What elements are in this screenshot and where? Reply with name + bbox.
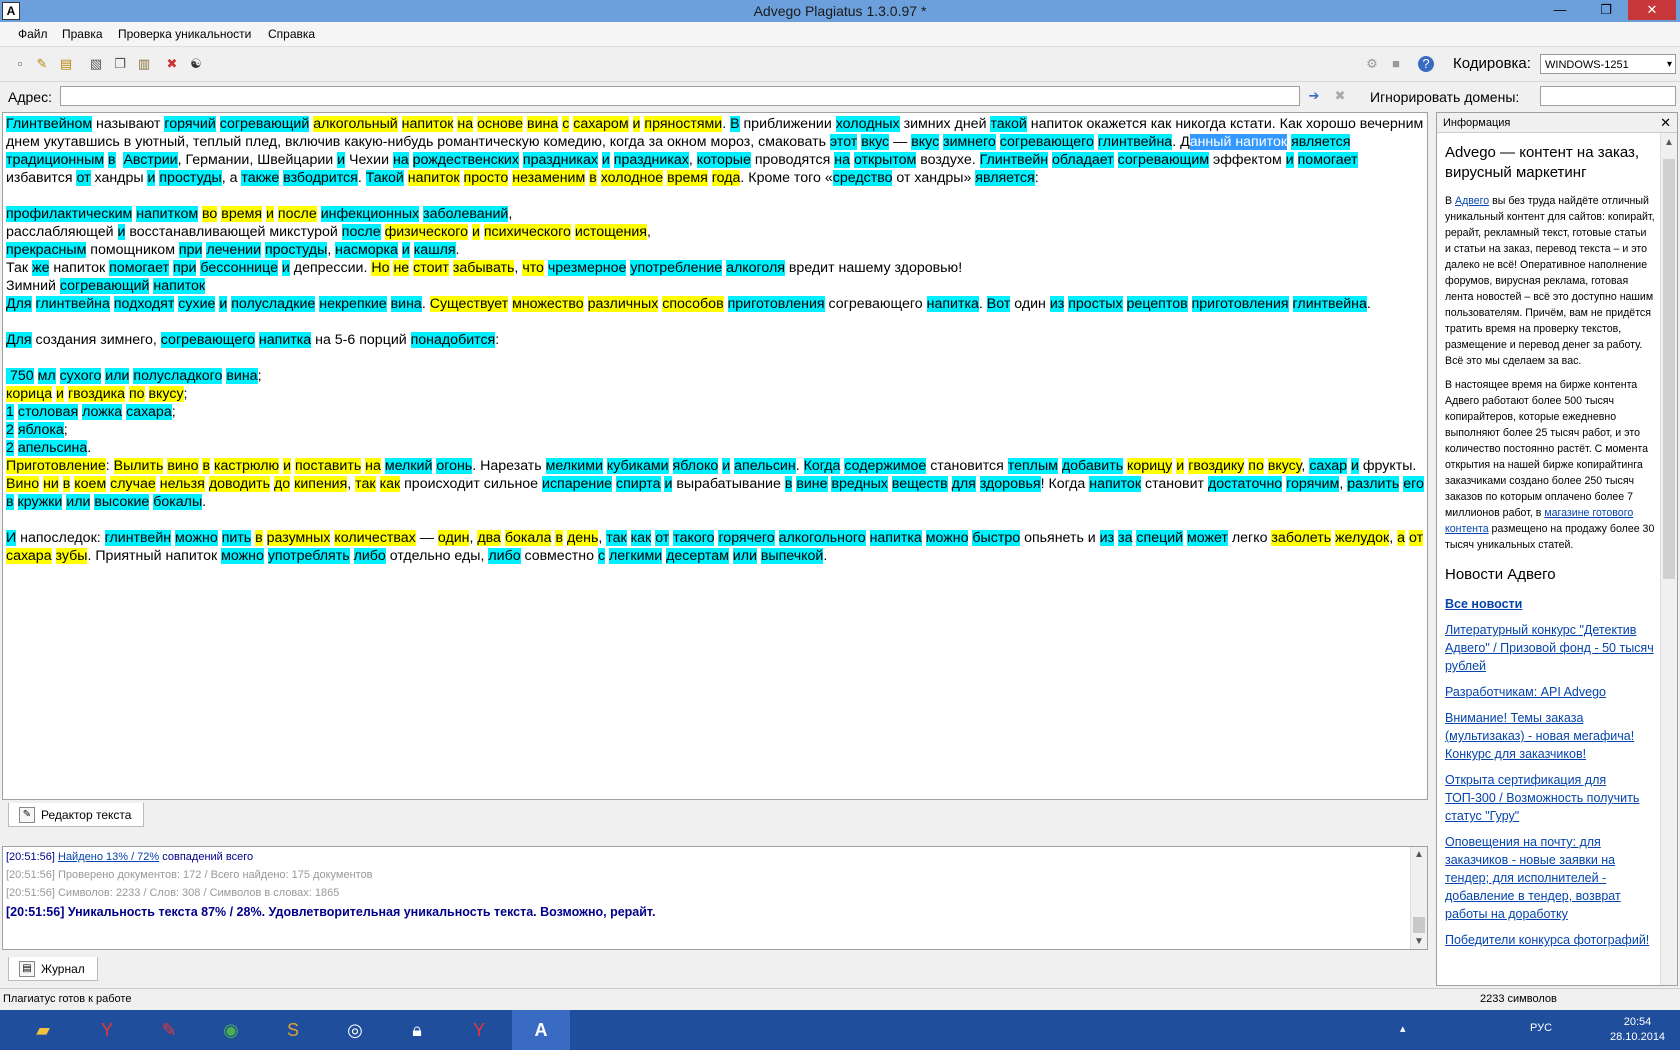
info-paragraph-1: В Адвего вы без труда найдёте отличный у… [1445, 195, 1655, 367]
log-line-stats: [20:51:56] Символов: 2233 / Слов: 308 / … [6, 887, 340, 899]
chevron-down-icon: ▾ [1666, 59, 1672, 70]
encoding-value: WINDOWS-1251 [1545, 59, 1629, 71]
language-indicator[interactable]: РУС [1530, 1022, 1552, 1034]
news-link[interactable]: Открыта сертификация для ТОП-300 / Возмо… [1445, 771, 1655, 825]
news-link[interactable]: Оповещения на почту: для заказчиков - но… [1445, 833, 1655, 923]
maximize-button[interactable]: ❐ [1586, 0, 1626, 20]
scroll-up-icon[interactable]: ▲ [1661, 137, 1677, 148]
close-icon[interactable]: ✕ [1660, 113, 1671, 133]
help-icon[interactable]: ? [1418, 56, 1434, 72]
journal-icon: ▤ [19, 961, 35, 977]
log-time: [20:51:56] [6, 851, 55, 863]
cut-icon[interactable]: ▧ [88, 56, 104, 72]
info-paragraph-2: В настоящее время на бирже контента Адве… [1445, 379, 1655, 551]
keepass-icon[interactable]: 🔒︎ [388, 1010, 446, 1050]
scroll-up-icon[interactable]: ▲ [1411, 849, 1427, 860]
new-document-icon[interactable]: ▫ [12, 56, 28, 72]
editor-content[interactable]: Глинтвейном называют горячий согревающий… [3, 113, 1427, 567]
news-title: Новости Адвего [1445, 566, 1556, 583]
address-bar: Адрес: ➔ ✖ Игнорировать домены: [0, 82, 1680, 110]
open-file-icon[interactable]: ▤ [58, 56, 74, 72]
go-arrow-icon[interactable]: ➔ [1306, 88, 1322, 104]
journal-tab-bar: ▤ Журнал [2, 955, 1428, 983]
advego-plagiatus-icon[interactable]: A [512, 1010, 570, 1050]
status-text: Плагиатус готов к работе [3, 993, 132, 1005]
yandex-browser-icon[interactable]: Y [78, 1010, 136, 1050]
info-panel: Информация ✕ Advego — контент на заказ, … [1436, 112, 1678, 986]
menu-edit[interactable]: Правка [62, 27, 103, 41]
sublime-icon[interactable]: S [264, 1010, 322, 1050]
ignore-domains-label: Игнорировать домены: [1370, 89, 1520, 105]
copy-icon[interactable]: ❐ [112, 56, 128, 72]
cancel-icon[interactable]: ✖ [1332, 88, 1348, 104]
tab-journal-label: Журнал [41, 962, 85, 976]
tray-arrow-icon[interactable]: ▴ [1400, 1022, 1406, 1035]
log-line-uniqueness: [20:51:56] Уникальность текста 87% / 28%… [6, 905, 656, 919]
char-count: 2233 символов [1480, 993, 1557, 1005]
menu-help[interactable]: Справка [268, 27, 315, 41]
edit-document-icon: ✎ [19, 807, 35, 823]
info-title: Advego — контент на заказ, вирусный марк… [1445, 144, 1640, 181]
ignore-domains-input[interactable] [1540, 86, 1676, 106]
address-label: Адрес: [8, 89, 52, 105]
tab-journal[interactable]: ▤ Журнал [8, 957, 98, 981]
info-scrollbar[interactable]: ▲ [1660, 133, 1677, 985]
clear-icon[interactable]: ✖ [164, 56, 180, 72]
tab-text-editor-label: Редактор текста [41, 808, 132, 822]
lock-icon[interactable]: ■ [1388, 56, 1404, 72]
status-bar: Плагиатус готов к работе 2233 символов [0, 988, 1680, 1011]
news-link[interactable]: Победители конкурса фотографий! [1445, 931, 1655, 949]
encoding-select[interactable]: WINDOWS-1251 ▾ [1540, 54, 1676, 74]
menu-file[interactable]: Файл [18, 27, 48, 41]
advego-link[interactable]: Адвего [1455, 195, 1489, 207]
log-found-link[interactable]: Найдено 13% / 72% [58, 851, 159, 863]
news-link[interactable]: Внимание! Темы заказа (мультизаказ) - но… [1445, 709, 1655, 763]
yandex-browser-2-icon[interactable]: Y [450, 1010, 508, 1050]
clock[interactable]: 20:54 28.10.2014 [1610, 1015, 1665, 1045]
minimize-button[interactable]: — [1540, 0, 1580, 20]
info-body: Advego — контент на заказ, вирусный марк… [1445, 143, 1655, 957]
log-line-checked: [20:51:56] Проверено документов: 172 / В… [6, 869, 373, 881]
menu-bar: Файл Правка Проверка уникальности Справк… [0, 22, 1680, 47]
editor-tab-bar: ✎ Редактор текста [2, 801, 1428, 831]
log-found-rest: совпадений всего [159, 851, 254, 863]
paste-icon[interactable]: ▥ [136, 56, 152, 72]
menu-check[interactable]: Проверка уникальности [118, 27, 251, 41]
settings-icon[interactable]: ⚙ [1364, 56, 1380, 72]
info-header-title: Информация [1443, 117, 1511, 129]
file-explorer-icon[interactable]: ▰ [14, 1010, 72, 1050]
address-input[interactable] [60, 86, 1300, 106]
chrome-icon[interactable]: ◉ [202, 1010, 260, 1050]
title-bar: A Advego Plagiatus 1.3.0.97 * — ❐ ✕ [0, 0, 1680, 22]
yin-yang-icon[interactable]: ☯ [188, 56, 204, 72]
log-panel: [20:51:56] Найдено 13% / 72% совпадений … [2, 846, 1428, 950]
sign-app-icon[interactable]: ✎ [140, 1010, 198, 1050]
news-all-link[interactable]: Все новости [1445, 595, 1655, 613]
tab-text-editor[interactable]: ✎ Редактор текста [8, 803, 145, 827]
log-line-found: [20:51:56] Найдено 13% / 72% совпадений … [6, 851, 253, 863]
window-title: Advego Plagiatus 1.3.0.97 * [753, 3, 927, 19]
encoding-label: Кодировка: [1453, 55, 1531, 72]
scroll-down-icon[interactable]: ▼ [1411, 936, 1427, 947]
taskbar: ▰ Y ✎ ◉ S ◎ 🔒︎ Y A ▴ РУС 20:54 28.10.201… [0, 1010, 1680, 1050]
open-html-icon[interactable]: ✎ [34, 56, 50, 72]
info-header: Информация ✕ [1437, 113, 1677, 133]
news-link[interactable]: Разработчикам: API Advego [1445, 683, 1655, 701]
toolbar: ▫ ✎ ▤ ▧ ❐ ▥ ✖ ☯ ⚙ ■ ? Кодировка: WINDOWS… [0, 47, 1680, 82]
close-button[interactable]: ✕ [1628, 0, 1676, 20]
scroll-thumb[interactable] [1663, 159, 1675, 579]
clock-date: 28.10.2014 [1610, 1031, 1666, 1043]
clock-time: 20:54 [1623, 1016, 1652, 1028]
text-editor[interactable]: Глинтвейном называют горячий согревающий… [2, 112, 1428, 800]
scroll-thumb[interactable] [1413, 917, 1425, 933]
log-scrollbar[interactable]: ▲ ▼ [1410, 847, 1427, 949]
steam-icon[interactable]: ◎ [326, 1010, 384, 1050]
news-link[interactable]: Литературный конкурс "Детектив Адвего" /… [1445, 621, 1655, 675]
